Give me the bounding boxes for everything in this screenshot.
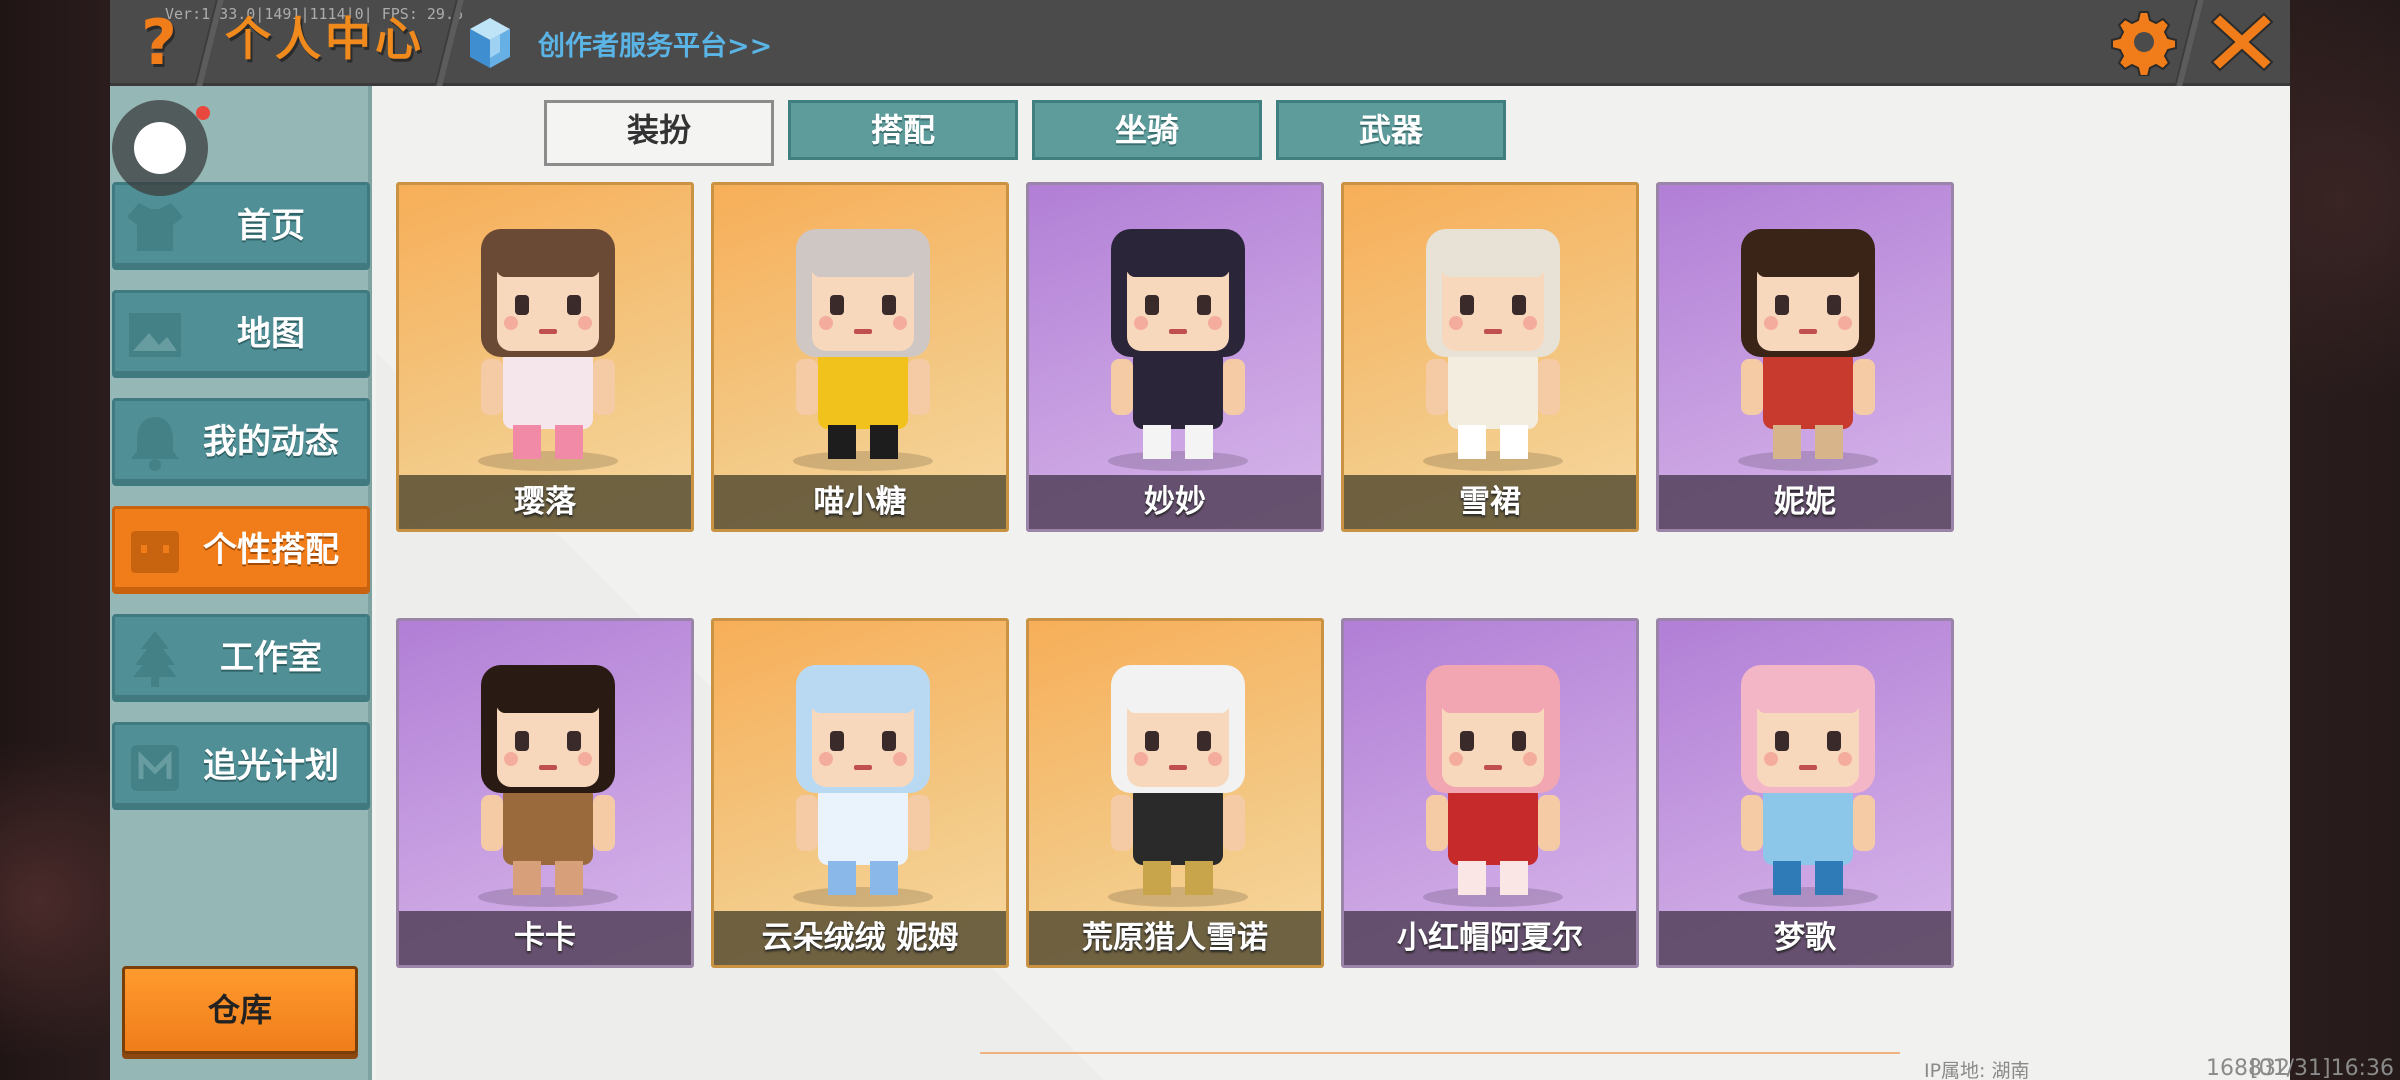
- skin-name: 梦歌: [1659, 911, 1951, 965]
- page-title: 个人中心: [225, 12, 425, 66]
- sidebar-item-studio[interactable]: 工作室: [112, 614, 370, 702]
- close-icon[interactable]: [2210, 10, 2274, 74]
- character-figure: [1738, 665, 1878, 907]
- tab-weapon[interactable]: 武器: [1276, 100, 1506, 160]
- sidebar-item-label: 首页: [237, 206, 305, 246]
- skin-card[interactable]: 妮妮: [1656, 182, 1954, 532]
- sidebar-item-chase-light[interactable]: 追光计划: [112, 722, 370, 810]
- skin-card[interactable]: 云朵绒绒 妮姆: [711, 618, 1009, 968]
- skin-name: 卡卡: [399, 911, 691, 965]
- sidebar-item-label: 我的动态: [203, 422, 339, 462]
- character-figure: [793, 665, 933, 907]
- tab-mount[interactable]: 坐骑: [1032, 100, 1262, 160]
- sidebar-item-label: 地图: [237, 314, 305, 354]
- tab-match[interactable]: 搭配: [788, 100, 1018, 160]
- skin-card[interactable]: 卡卡: [396, 618, 694, 968]
- sidebar-item-personal-style[interactable]: 个性搭配: [112, 506, 370, 594]
- skin-name: 璎落: [399, 475, 691, 529]
- timestamp-text: [01/31]16:36 0: [2250, 1056, 2394, 1080]
- personal-center-panel: Ver:1.33.0|1491|1114|0| FPS: 29.6 ? 个人中心…: [110, 0, 2290, 1080]
- skin-card[interactable]: 雪裙: [1341, 182, 1639, 532]
- skin-card[interactable]: 妙妙: [1026, 182, 1324, 532]
- skin-card[interactable]: 小红帽阿夏尔: [1341, 618, 1639, 968]
- warehouse-button[interactable]: 仓库: [122, 966, 358, 1054]
- ip-location-text: IP属地: 湖南: [1924, 1060, 2030, 1080]
- skin-name: 喵小糖: [714, 475, 1006, 529]
- skin-name: 雪裙: [1344, 475, 1636, 529]
- character-figure: [1738, 229, 1878, 471]
- gear-icon[interactable]: [2110, 8, 2178, 76]
- help-icon[interactable]: ?: [124, 8, 194, 78]
- character-figure: [1423, 665, 1563, 907]
- skin-name: 妙妙: [1029, 475, 1321, 529]
- skin-card[interactable]: 喵小糖: [711, 182, 1009, 532]
- sidebar-item-label: 工作室: [220, 638, 322, 678]
- character-figure: [1423, 229, 1563, 471]
- character-figure: [1108, 665, 1248, 907]
- sidebar-item-moments[interactable]: 我的动态: [112, 398, 370, 486]
- content-area: 装扮 搭配 坐骑 武器 璎落 喵小糖 妙妙 雪裙 妮妮卡卡 云朵绒绒 妮姆 荒原猎人雪诺 小红…: [376, 86, 2290, 1080]
- assistant-dot: [134, 122, 186, 174]
- notification-badge: [196, 106, 210, 120]
- cube-icon[interactable]: [468, 16, 512, 70]
- floating-assistant-button[interactable]: [112, 100, 210, 196]
- skin-name: 小红帽阿夏尔: [1344, 911, 1636, 965]
- character-figure: [478, 229, 618, 471]
- divider: [980, 1052, 1900, 1054]
- skin-name: 云朵绒绒 妮姆: [714, 911, 1006, 965]
- divider: [2174, 0, 2204, 86]
- character-figure: [793, 229, 933, 471]
- skin-name: 妮妮: [1659, 475, 1951, 529]
- skin-name: 荒原猎人雪诺: [1029, 911, 1321, 965]
- character-figure: [1108, 229, 1248, 471]
- sidebar-item-map[interactable]: 地图: [112, 290, 370, 378]
- skin-card[interactable]: 荒原猎人雪诺: [1026, 618, 1324, 968]
- sidebar: 首页 地图 我的动态 个性搭配 工作室 追光计划 仓库: [110, 86, 372, 1080]
- sidebar-item-label: 个性搭配: [203, 530, 339, 570]
- skin-card[interactable]: 璎落: [396, 182, 694, 532]
- sidebar-item-label: 追光计划: [203, 746, 339, 786]
- top-bar: Ver:1.33.0|1491|1114|0| FPS: 29.6 ? 个人中心…: [110, 0, 2290, 86]
- skin-card[interactable]: 梦歌: [1656, 618, 1954, 968]
- creator-platform-link[interactable]: 创作者服务平台>>: [538, 24, 772, 63]
- tab-outfit[interactable]: 装扮: [544, 100, 774, 166]
- character-figure: [478, 665, 618, 907]
